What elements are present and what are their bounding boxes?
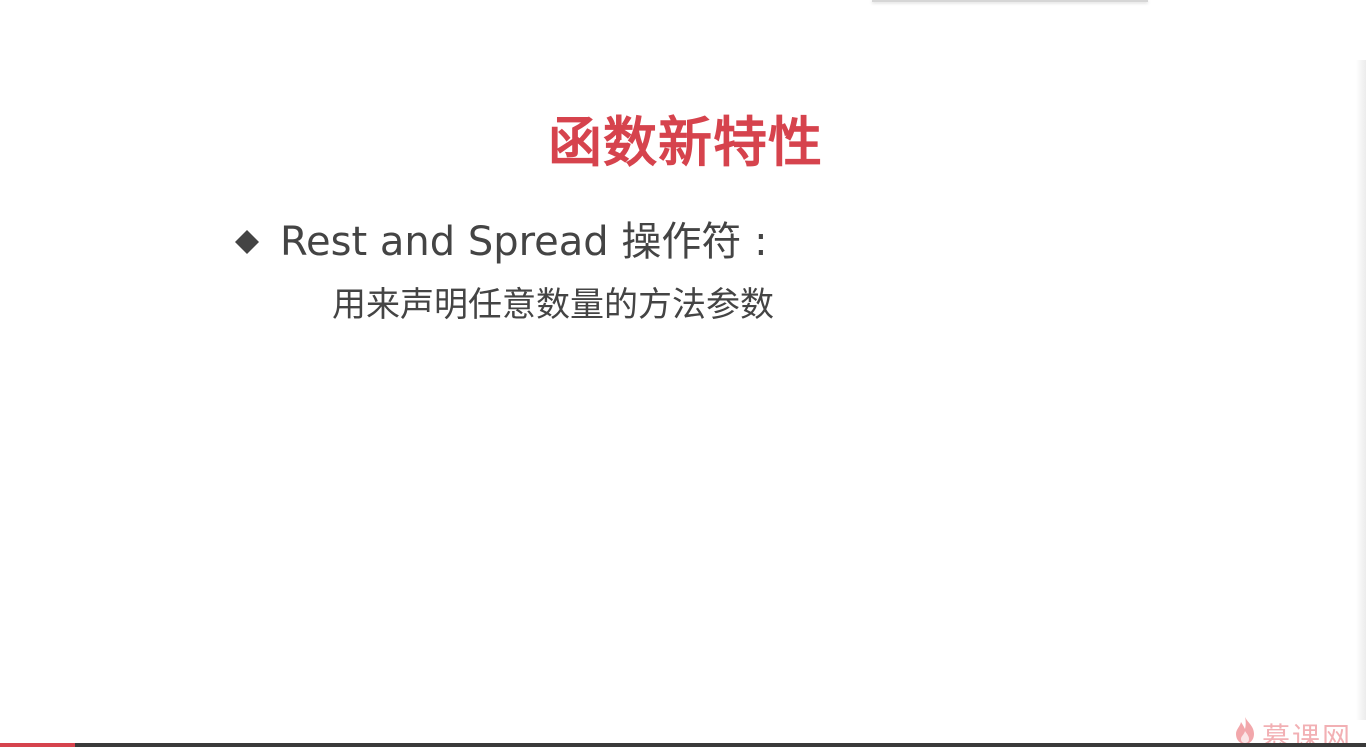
video-progress-fill — [0, 743, 76, 747]
right-edge-shadow — [1356, 60, 1366, 720]
top-overlay-edge — [872, 0, 1148, 2]
bullet-item: Rest and Spread 操作符 : — [234, 214, 768, 270]
video-progress-track[interactable] — [0, 743, 1366, 747]
watermark-logo: 慕课网 — [1232, 715, 1352, 745]
diamond-bullet-icon — [234, 229, 260, 255]
logo-text: 慕课网 — [1261, 723, 1352, 745]
flame-icon — [1232, 715, 1258, 745]
slide-title: 函数新特性 — [548, 111, 823, 174]
bullet-text: Rest and Spread 操作符 : — [280, 219, 768, 265]
slide-canvas: 函数新特性 Rest and Spread 操作符 : 用来声明任意数量的方法参… — [0, 0, 1366, 747]
bullet-subtext: 用来声明任意数量的方法参数 — [332, 285, 774, 325]
